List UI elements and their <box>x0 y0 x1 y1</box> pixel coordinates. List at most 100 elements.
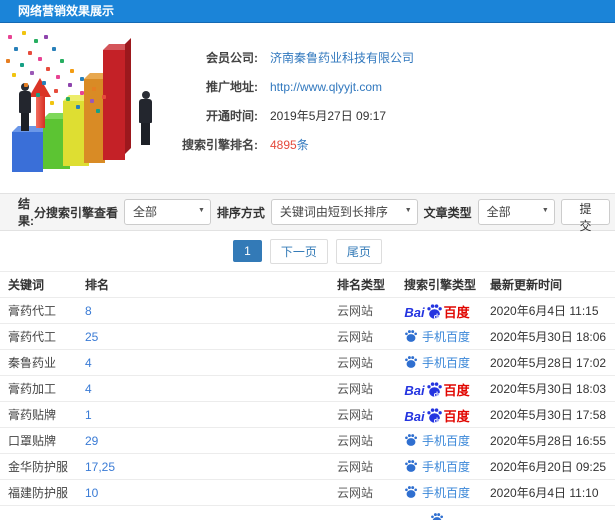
result-label: 结果: <box>18 197 34 228</box>
next-page-button[interactable]: 下一页 <box>269 238 328 264</box>
keyword-cell: 口罩贴牌 <box>8 434 57 448</box>
baidu-mobile-logo: 手机百度 <box>404 433 470 449</box>
info-row-rank: 搜索引擎排名: 4895条 <box>170 138 610 152</box>
submit-button[interactable]: 提交 <box>560 199 611 233</box>
keyword-cell: 膏药代工 <box>8 304 57 318</box>
info-section: 会员公司: 济南秦鲁药业科技有限公司 推广地址: http://www.qlyy… <box>0 23 615 186</box>
bar-red <box>103 38 131 160</box>
article-type-label: 文章类型 <box>423 205 472 220</box>
engine-cell: Baidu百度 手机百度 <box>392 433 482 449</box>
open-time-label: 开通时间: <box>206 109 258 123</box>
svg-text:du: du <box>433 314 442 319</box>
page-title: 网络营销效果展示 <box>18 4 115 18</box>
update-time-cell: 2020年5月30日 17:58 <box>490 408 607 422</box>
rank-link[interactable]: 10 <box>85 486 98 500</box>
page-1-button[interactable]: 1 <box>233 240 262 262</box>
confetti-dot <box>34 39 38 43</box>
sort-select-wrap: 关键词由短到长排序 <box>270 199 418 225</box>
col-engine-type: 搜索引擎类型 <box>404 278 477 292</box>
sort-select[interactable]: 关键词由短到长排序 <box>270 199 418 225</box>
confetti-dot <box>38 57 42 61</box>
baidu-mobile-logo: 手机百度 <box>404 355 470 371</box>
window-titlebar: 网络营销效果展示 <box>0 0 615 23</box>
baidu-pc-logo: Bai du 百度 <box>404 408 470 423</box>
info-row-opened: 开通时间: 2019年5月27日 09:17 <box>170 109 610 123</box>
info-row-company: 会员公司: 济南秦鲁药业科技有限公司 <box>170 51 610 65</box>
rank-type-cell: 云网站 <box>337 486 374 500</box>
rank-link[interactable]: 29 <box>85 434 98 448</box>
confetti-dot <box>60 59 64 63</box>
filter-controls: 分搜索引擎查看 全部 排序方式 关键词由短到长排序 文章类型 全部 提交 <box>33 199 611 233</box>
rank-link[interactable]: 17,25 <box>85 460 115 474</box>
col-update-time: 最新更新时间 <box>490 278 563 292</box>
company-link[interactable]: 济南秦鲁药业科技有限公司 <box>270 51 414 65</box>
keyword-cell: 膏药加工 <box>8 382 57 396</box>
baidu-mobile-logo: 手机百度 <box>404 329 470 345</box>
table-row: 膏药代工 25 云网站 Baidu百度 手机百度 2020年5月30日 18:0… <box>0 324 615 350</box>
rank-cell: 10 <box>77 486 329 500</box>
engine-cell: Baidu百度 手机百度 <box>392 329 482 345</box>
engine-rank-value: 4895条 <box>270 138 309 152</box>
rank-type-cell: 云网站 <box>337 356 374 370</box>
engine-cell: Baidu百度 手机百度 <box>392 355 482 371</box>
rank-type-cell: 云网站 <box>337 304 374 318</box>
engine-filter-label: 分搜索引擎查看 <box>33 205 118 220</box>
engine-filter-wrap: 全部 <box>124 199 211 225</box>
confetti-dot <box>92 87 96 91</box>
confetti-dot <box>76 105 80 109</box>
businessman-right <box>136 91 154 147</box>
table-row: 膏药代工 8 云网站 Baidu百度 手机百度 2020年6月4日 11:15 <box>0 298 615 324</box>
confetti-dot <box>96 109 100 113</box>
confetti-dot <box>66 97 70 101</box>
confetti-dot <box>44 35 48 39</box>
rank-cell: 25 <box>77 330 329 344</box>
confetti-dot <box>56 75 60 79</box>
rank-type-cell: 云网站 <box>337 460 374 474</box>
confetti-dot <box>80 77 84 81</box>
confetti-dot <box>20 63 24 67</box>
confetti-dot <box>102 95 106 99</box>
confetti-dot <box>70 69 74 73</box>
confetti-dot <box>24 83 28 87</box>
last-page-button[interactable]: 尾页 <box>335 238 382 264</box>
engine-cell: Baidu百度 手机百度 <box>392 459 482 475</box>
update-time-cell: 2020年6月4日 11:10 <box>490 486 599 500</box>
confetti-dot <box>90 99 94 103</box>
update-time-cell: 2020年5月30日 18:06 <box>490 330 607 344</box>
rank-type-cell: 云网站 <box>337 434 374 448</box>
rank-cell: 4 <box>77 382 329 396</box>
baidu-mobile-logo: 手机百度 <box>404 459 470 475</box>
engine-filter-select[interactable]: 全部 <box>124 199 211 225</box>
rank-type-cell: 云网站 <box>337 382 374 396</box>
keyword-cell: 秦鲁药业 <box>8 356 57 370</box>
col-rank-type: 排名类型 <box>337 278 386 292</box>
rank-link[interactable]: 25 <box>85 330 98 344</box>
baidu-mobile-logo: 手机百度 <box>404 485 470 501</box>
col-keyword: 关键词 <box>8 278 45 292</box>
update-time-cell: 2020年5月28日 17:02 <box>490 356 607 370</box>
rank-link[interactable]: 4 <box>85 356 92 370</box>
table-header-row: 关键词 排名 排名类型 搜索引擎类型 最新更新时间 <box>0 272 615 298</box>
member-info: 会员公司: 济南秦鲁药业科技有限公司 推广地址: http://www.qlyy… <box>170 51 610 167</box>
rank-link[interactable]: 1 <box>85 408 92 422</box>
promo-url-label: 推广地址: <box>206 80 258 94</box>
rank-cell: 17,25 <box>77 460 329 474</box>
rank-cell: 29 <box>77 434 329 448</box>
table-row: 膏药贴牌 1 云网站 Baidu百度 手机百度 2020年5月30日 17:58 <box>0 402 615 428</box>
bar-orange <box>84 67 111 163</box>
confetti-dot <box>68 83 72 87</box>
confetti-dot <box>14 47 18 51</box>
rank-link[interactable]: 8 <box>85 304 92 318</box>
info-row-url: 推广地址: http://www.qlyyjt.com <box>170 80 610 94</box>
promo-url-link[interactable]: http://www.qlyyjt.com <box>270 80 382 94</box>
confetti-dot <box>54 89 58 93</box>
keyword-cell: 福建防护服 <box>8 486 69 500</box>
article-type-select[interactable]: 全部 <box>477 199 555 225</box>
confetti-dot <box>52 47 56 51</box>
rank-cell: 1 <box>77 408 329 422</box>
rank-link[interactable]: 4 <box>85 382 92 396</box>
businessman-left <box>16 83 34 133</box>
confetti-dot <box>46 67 50 71</box>
rank-type-cell: 云网站 <box>337 408 374 422</box>
rank-cell: 8 <box>77 304 329 318</box>
